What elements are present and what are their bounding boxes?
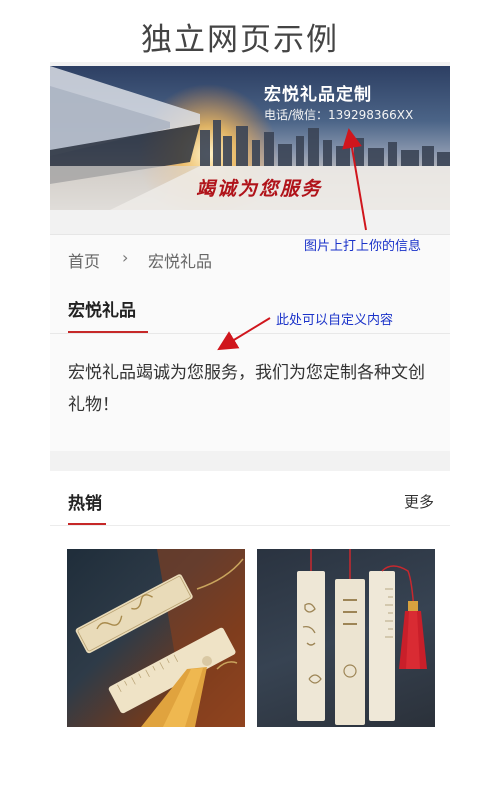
page: 独立网页示例 宏悦礼品定制 电话/微信：139298366XX 竭诚为您服务 首… [0, 0, 500, 800]
arrow-to-banner-icon [342, 128, 367, 231]
arrow-to-content-icon [217, 317, 271, 351]
annotation-arrows [217, 128, 367, 351]
